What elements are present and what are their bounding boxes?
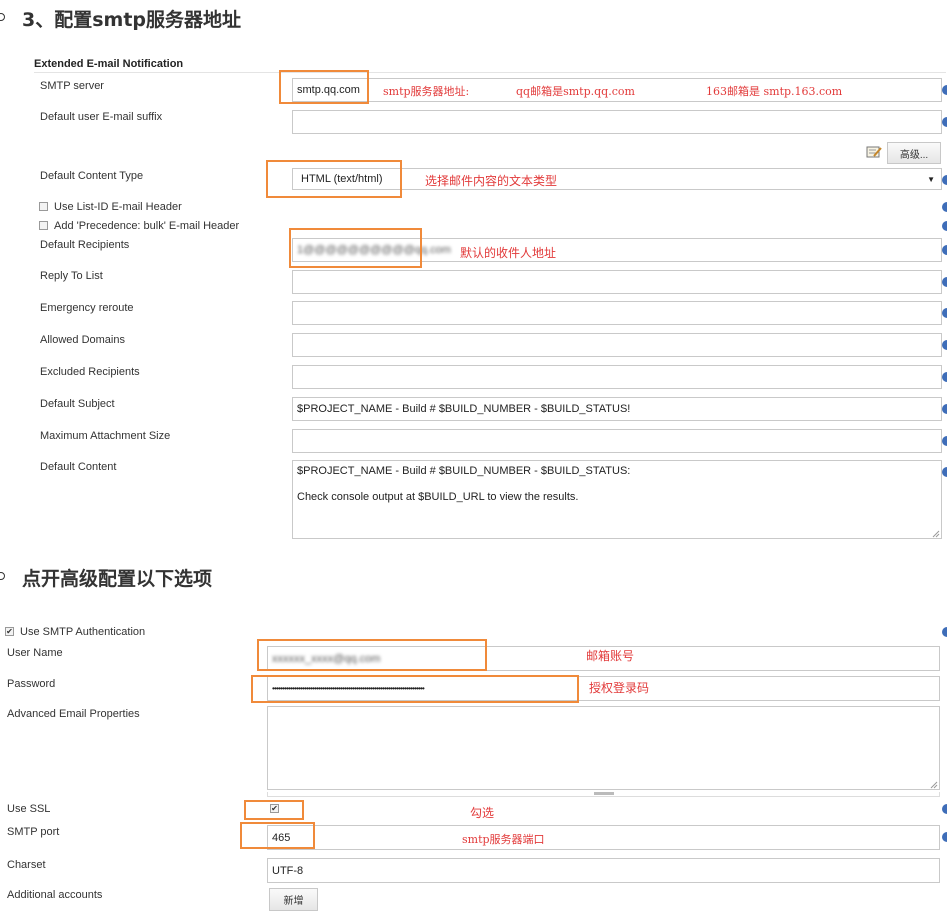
use-smtp-auth-checkbox[interactable]: ✔ <box>5 627 14 636</box>
annotation-qq: qq邮箱是smtp.qq.com <box>516 85 635 98</box>
help-icon[interactable] <box>942 245 947 255</box>
charset-input[interactable]: UTF-8 <box>267 858 940 883</box>
default-subject-label: Default Subject <box>40 398 115 410</box>
divider <box>34 72 946 73</box>
help-icon[interactable] <box>942 85 947 95</box>
default-content-textarea[interactable]: $PROJECT_NAME - Build # $BUILD_NUMBER - … <box>292 460 942 539</box>
excluded-label: Excluded Recipients <box>40 366 140 378</box>
annotation-box-recipients <box>289 228 422 268</box>
textarea-grip[interactable] <box>267 792 940 797</box>
panel-title: Extended E-mail Notification <box>34 58 184 70</box>
annotation-box-ssl <box>244 800 304 820</box>
default-recipients-label: Default Recipients <box>40 239 130 251</box>
use-list-id-label: Use List-ID E-mail Header <box>54 201 182 213</box>
max-attachment-label: Maximum Attachment Size <box>40 430 171 442</box>
default-content-line2: Check console output at $BUILD_URL to vi… <box>297 491 579 503</box>
help-icon[interactable] <box>942 308 947 318</box>
annotation-smtp-server: smtp服务器地址: <box>383 85 470 98</box>
advanced-button[interactable]: 高级... <box>887 142 941 164</box>
bullet-icon <box>0 572 5 580</box>
bullet-icon <box>0 13 5 21</box>
help-icon[interactable] <box>942 804 947 814</box>
default-content-line1: $PROJECT_NAME - Build # $BUILD_NUMBER - … <box>297 465 631 477</box>
use-list-id-checkbox[interactable] <box>39 202 48 211</box>
allowed-domains-input[interactable] <box>292 333 942 357</box>
use-smtp-auth-label: Use SMTP Authentication <box>20 626 146 638</box>
allowed-domains-label: Allowed Domains <box>40 334 125 346</box>
help-icon[interactable] <box>942 372 947 382</box>
annotation-content-type: 选择邮件内容的文本类型 <box>425 174 558 188</box>
password-label: Password <box>7 678 56 690</box>
section1-heading: 3、配置smtp服务器地址 <box>22 9 242 31</box>
notepad-icon <box>866 145 882 159</box>
default-subject-value: $PROJECT_NAME - Build # $BUILD_NUMBER - … <box>297 403 631 415</box>
section2-heading: 点开高级配置以下选项 <box>22 568 213 590</box>
help-icon[interactable] <box>942 467 947 477</box>
add-precedence-checkbox[interactable] <box>39 221 48 230</box>
smtp-port-label: SMTP port <box>7 826 60 838</box>
help-icon[interactable] <box>942 175 947 185</box>
annotation-box-password <box>251 675 579 703</box>
annotation-port: smtp服务器端口 <box>462 833 545 846</box>
add-precedence-label: Add 'Precedence: bulk' E-mail Header <box>54 220 240 232</box>
excluded-input[interactable] <box>292 365 942 389</box>
help-icon[interactable] <box>942 340 947 350</box>
emergency-input[interactable] <box>292 301 942 325</box>
default-suffix-input[interactable] <box>292 110 942 134</box>
annotation-box-content-type <box>266 160 402 198</box>
smtp-port-input[interactable]: 465 <box>267 825 940 850</box>
help-icon[interactable] <box>942 277 947 287</box>
help-icon[interactable] <box>942 436 947 446</box>
help-icon[interactable] <box>942 404 947 414</box>
annotation-ssl: 勾选 <box>470 806 495 820</box>
annotation-163: 163邮箱是 smtp.163.com <box>706 85 843 98</box>
help-icon[interactable] <box>942 832 947 842</box>
advanced-props-textarea[interactable] <box>267 706 940 790</box>
annotation-box-username <box>257 639 487 671</box>
help-icon[interactable] <box>942 117 947 127</box>
emergency-label: Emergency reroute <box>40 302 134 314</box>
content-type-label: Default Content Type <box>40 170 144 182</box>
max-attachment-input[interactable] <box>292 429 942 453</box>
username-label: User Name <box>7 647 63 659</box>
smtp-server-label: SMTP server <box>40 80 104 92</box>
default-subject-input[interactable]: $PROJECT_NAME - Build # $BUILD_NUMBER - … <box>292 397 942 421</box>
default-suffix-label: Default user E-mail suffix <box>40 111 163 123</box>
additional-accounts-label: Additional accounts <box>7 889 103 901</box>
reply-to-label: Reply To List <box>40 270 103 282</box>
resize-handle-icon[interactable] <box>932 529 940 541</box>
add-account-button[interactable]: 新增 <box>269 888 318 911</box>
annotation-recipients: 默认的收件人地址 <box>460 246 557 260</box>
annotation-username: 邮箱账号 <box>586 649 635 663</box>
charset-value: UTF-8 <box>272 864 304 877</box>
advanced-props-label: Advanced Email Properties <box>7 708 140 720</box>
charset-label: Charset <box>7 859 46 871</box>
annotation-box-smtp-server <box>279 70 369 104</box>
default-content-label: Default Content <box>40 461 117 473</box>
help-icon[interactable] <box>942 202 947 212</box>
use-ssl-label: Use SSL <box>7 803 51 815</box>
reply-to-input[interactable] <box>292 270 942 294</box>
help-icon[interactable] <box>942 627 947 637</box>
resize-handle-icon[interactable] <box>930 780 938 792</box>
help-icon[interactable] <box>942 221 947 231</box>
annotation-password: 授权登录码 <box>589 681 650 695</box>
annotation-box-port <box>240 822 315 849</box>
chevron-down-icon: ▼ <box>927 174 935 184</box>
